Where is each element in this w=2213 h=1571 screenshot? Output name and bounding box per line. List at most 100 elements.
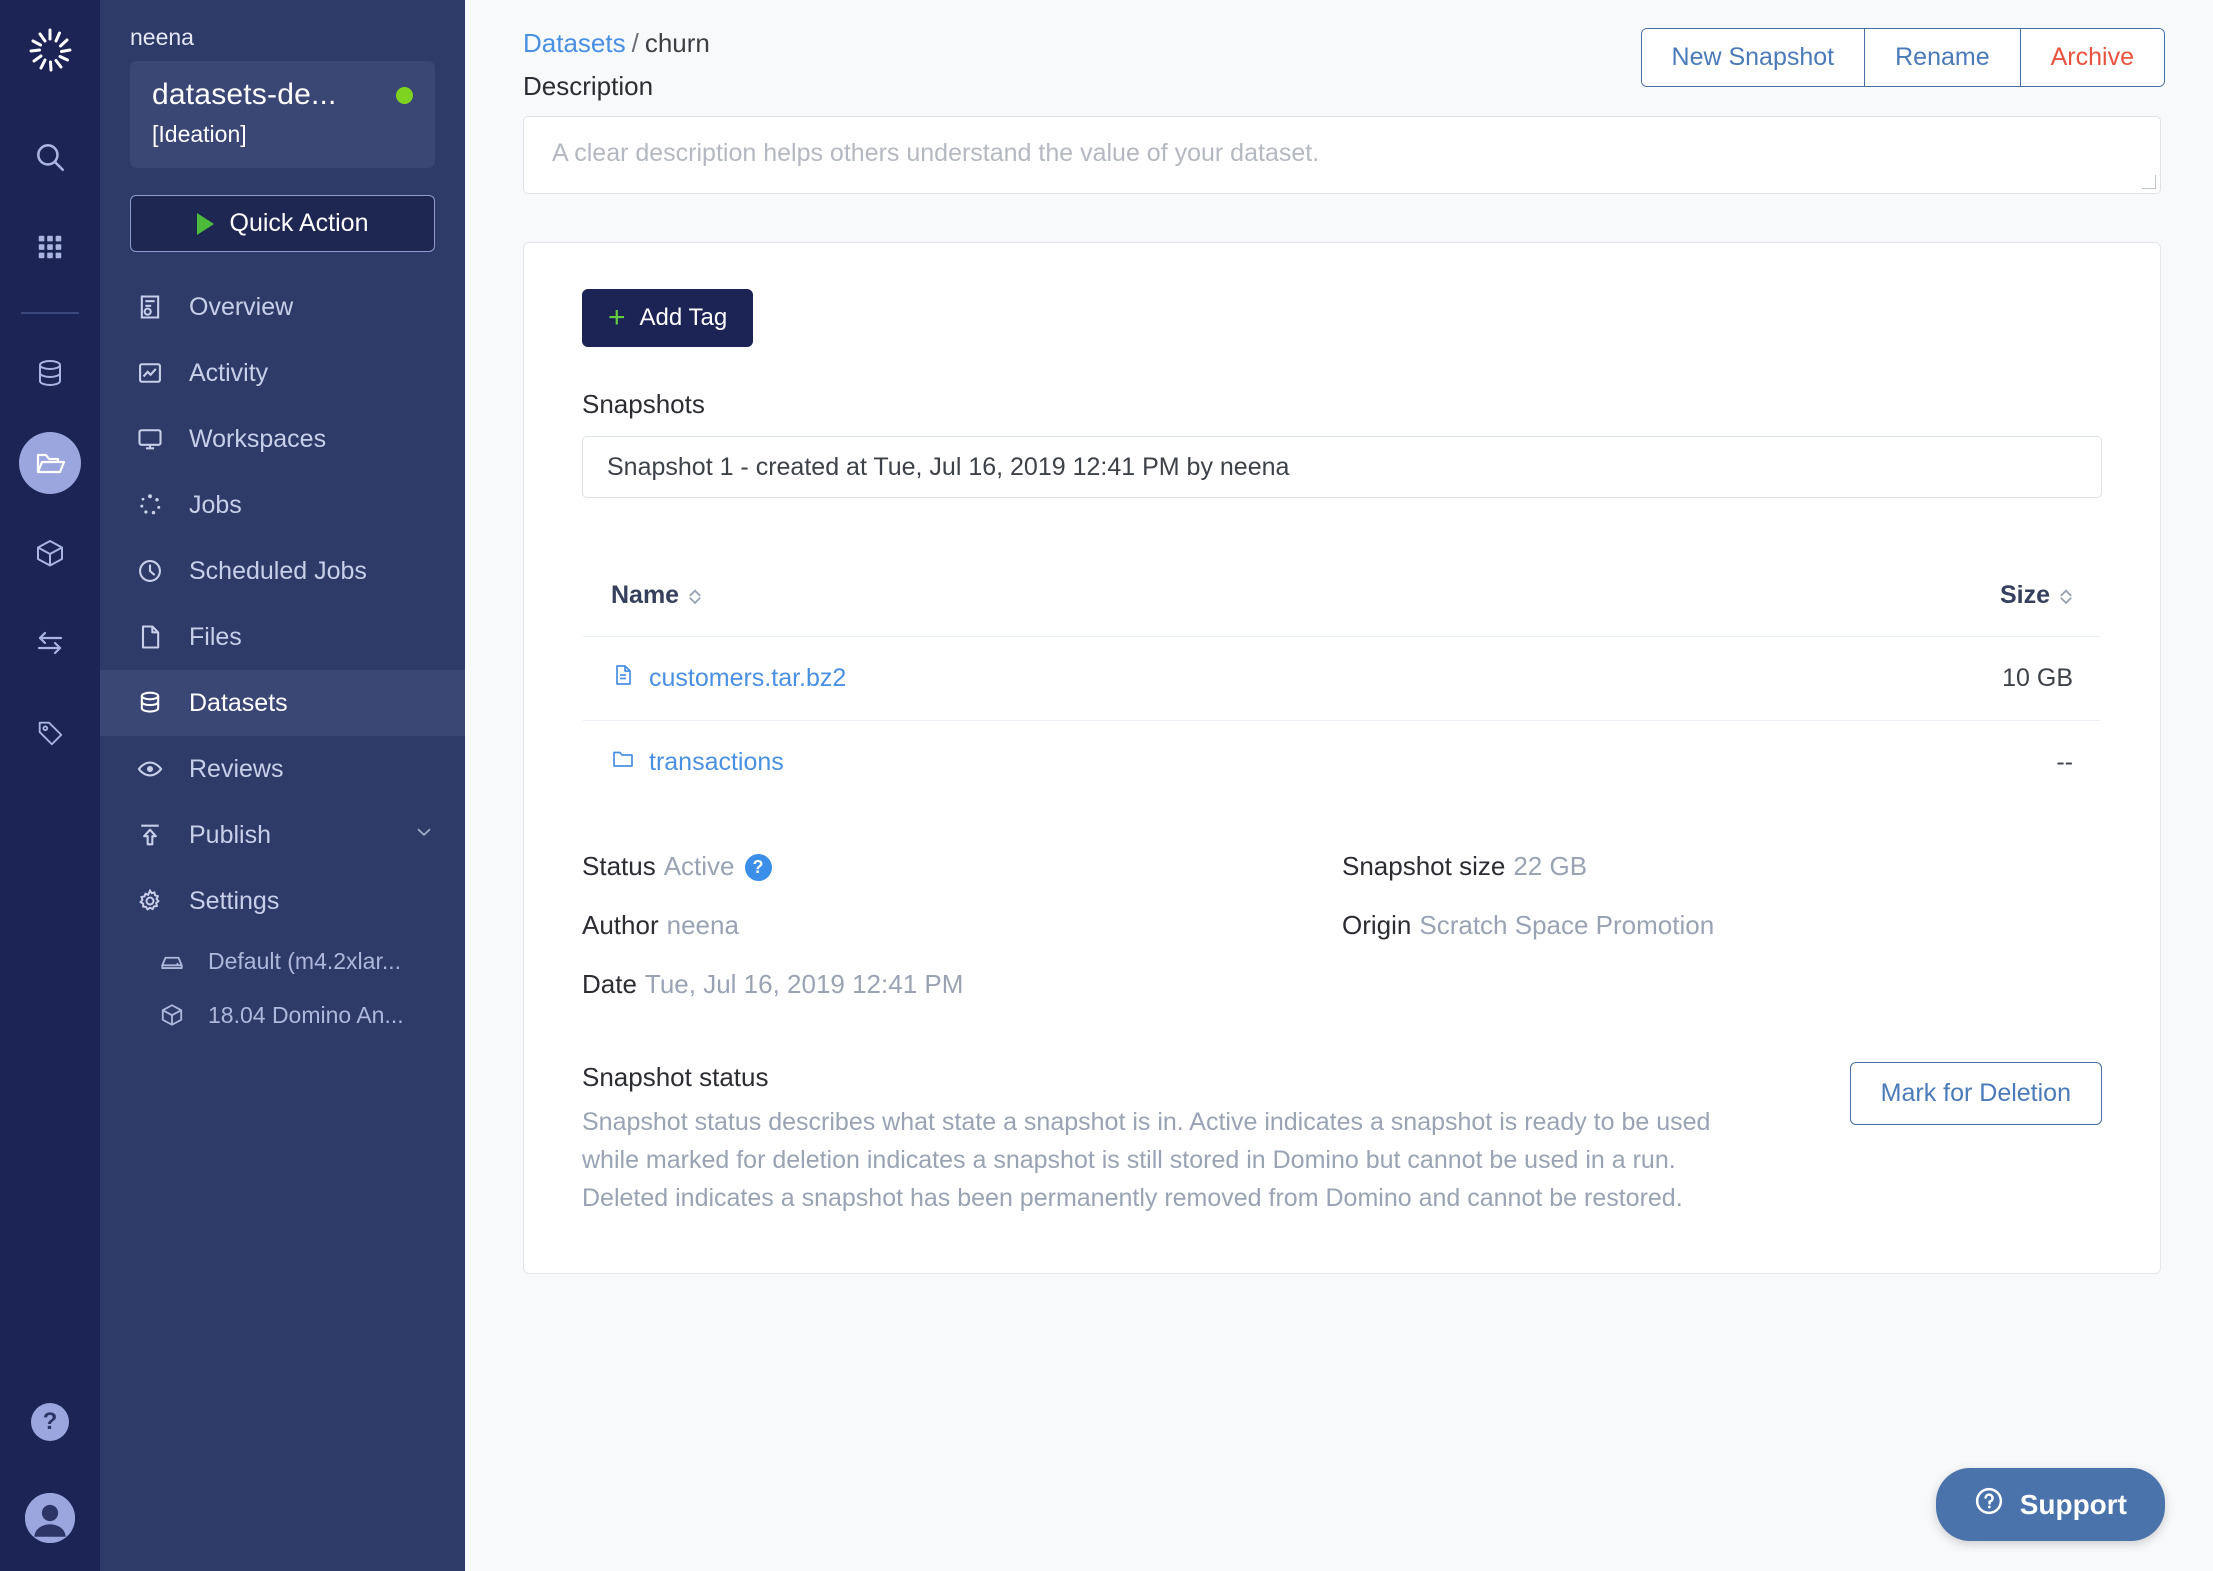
status-value: Active <box>663 851 735 881</box>
header-left: Datasets / churn Description <box>523 28 710 102</box>
project-card[interactable]: datasets-de... [Ideation] <box>130 61 435 168</box>
rail-bottom-group: ? <box>0 1403 100 1543</box>
file-table-head: Name Size <box>583 555 2101 637</box>
snapshot-status-description: Snapshot status describes what state a s… <box>582 1108 1711 1212</box>
monitor-icon <box>135 424 165 454</box>
column-header-size[interactable]: Size <box>1634 555 2101 637</box>
sidebar-item-reviews[interactable]: Reviews <box>100 736 465 802</box>
snapshot-status-text: Snapshot status Snapshot status describe… <box>582 1062 1722 1217</box>
sidebar-item-workspaces[interactable]: Workspaces <box>100 406 465 472</box>
breadcrumb-current: churn <box>644 28 710 58</box>
status-label: Status <box>582 851 656 881</box>
support-button[interactable]: Support <box>1935 1468 2165 1541</box>
sort-icon[interactable] <box>688 588 702 605</box>
add-tag-label: Add Tag <box>639 304 728 331</box>
origin-label: Origin <box>1342 910 1412 940</box>
file-link[interactable]: customers.tar.bz2 <box>611 663 846 694</box>
new-snapshot-button[interactable]: New Snapshot <box>1641 29 1866 86</box>
file-name-cell: customers.tar.bz2 <box>583 636 1635 721</box>
sidebar-item-label: Activity <box>189 358 269 387</box>
eye-icon <box>135 754 165 784</box>
file-table: Name Size customers.tar.bz2 10 GB transa… <box>582 554 2102 805</box>
chevron-down-icon[interactable] <box>413 821 435 850</box>
plus-icon: + <box>608 301 626 334</box>
sidebar-item-datasets[interactable]: Datasets <box>100 670 465 736</box>
snapshot-panel: + Add Tag Snapshots Snapshot 1 - created… <box>523 242 2161 1274</box>
quick-action-label: Quick Action <box>229 209 369 237</box>
snapshot-select[interactable]: Snapshot 1 - created at Tue, Jul 16, 201… <box>582 436 2102 498</box>
gear-icon <box>135 886 165 916</box>
snapshot-status-title: Snapshot status <box>582 1062 769 1092</box>
folder-name: transactions <box>649 748 784 776</box>
quick-action-button[interactable]: Quick Action <box>130 195 435 252</box>
grid-apps-icon[interactable] <box>19 216 81 278</box>
table-row[interactable]: transactions -- <box>583 721 2101 805</box>
sidebar-item-jobs[interactable]: Jobs <box>100 472 465 538</box>
author-row: Author neena <box>582 910 1342 941</box>
breadcrumb-separator: / <box>631 28 639 58</box>
search-icon[interactable] <box>19 126 81 188</box>
header-action-group: New Snapshot Rename Archive <box>1640 28 2165 87</box>
sidebar-item-label: Files <box>189 622 242 651</box>
database-icon[interactable] <box>19 342 81 404</box>
rename-button[interactable]: Rename <box>1865 29 2021 86</box>
help-icon[interactable]: ? <box>31 1403 69 1441</box>
file-name: customers.tar.bz2 <box>649 664 847 692</box>
snapshot-size-label: Snapshot size <box>1342 851 1506 881</box>
sidebar-item-label: Workspaces <box>189 424 327 453</box>
folder-open-icon[interactable] <box>19 432 81 494</box>
folder-link[interactable]: transactions <box>611 747 784 778</box>
project-stage: [Ideation] <box>152 121 247 147</box>
snapshot-size-row: Snapshot size 22 GB <box>1342 851 2102 882</box>
sidebar-subitem-environment[interactable]: 18.04 Domino An... <box>100 988 465 1042</box>
sidebar-item-label: Reviews <box>189 754 284 783</box>
resize-handle[interactable] <box>2142 175 2156 189</box>
breadcrumb-datasets-link[interactable]: Datasets <box>523 28 626 58</box>
domino-logo-icon[interactable] <box>21 22 79 80</box>
folder-icon <box>611 747 635 778</box>
question-circle-icon <box>1974 1486 2004 1523</box>
sidebar-subitem-hardware-tier[interactable]: Default (m4.2xlar... <box>100 934 465 988</box>
cube-icon[interactable] <box>19 522 81 584</box>
sidebar-username: neena <box>130 24 194 50</box>
file-size: 10 GB <box>1634 636 2101 721</box>
table-row[interactable]: customers.tar.bz2 10 GB <box>583 636 2101 721</box>
sidebar-item-files[interactable]: Files <box>100 604 465 670</box>
project-card-row: datasets-de... <box>152 78 413 112</box>
author-label: Author <box>582 910 659 940</box>
column-header-name[interactable]: Name <box>583 555 1635 637</box>
folder-size: -- <box>2056 748 2073 776</box>
sidebar-subitem-label: 18.04 Domino An... <box>208 1001 404 1028</box>
sidebar-item-scheduled-jobs[interactable]: Scheduled Jobs <box>100 538 465 604</box>
sort-icon[interactable] <box>2059 588 2073 605</box>
file-table-body: customers.tar.bz2 10 GB transactions -- <box>583 636 2101 805</box>
date-value: Tue, Jul 16, 2019 12:41 PM <box>644 969 964 999</box>
origin-row: Origin Scratch Space Promotion <box>1342 910 2102 941</box>
sidebar-nav: Overview Activity Workspaces Jobs Schedu… <box>100 274 465 1042</box>
sidebar-item-label: Datasets <box>189 688 288 717</box>
status-row: Status Active? <box>582 851 1342 882</box>
description-placeholder: A clear description helps others underst… <box>552 139 1320 167</box>
mark-for-deletion-button[interactable]: Mark for Deletion <box>1849 1062 2102 1125</box>
sidebar-item-label: Jobs <box>189 490 242 519</box>
sidebar-item-publish[interactable]: Publish <box>100 802 465 868</box>
sidebar-item-activity[interactable]: Activity <box>100 340 465 406</box>
sidebar-item-label: Settings <box>189 886 280 915</box>
archive-button[interactable]: Archive <box>2020 29 2164 86</box>
project-status-dot <box>396 86 413 104</box>
clock-icon <box>135 556 165 586</box>
user-avatar-icon[interactable] <box>25 1493 75 1543</box>
description-label: Description <box>523 71 654 101</box>
tag-icon[interactable] <box>19 702 81 764</box>
metadata-right-column: Snapshot size 22 GB Origin Scratch Space P… <box>1342 851 2102 1028</box>
sidebar-item-overview[interactable]: Overview <box>100 274 465 340</box>
transfer-arrows-icon[interactable] <box>19 612 81 674</box>
snapshot-size-value: 22 GB <box>1513 851 1588 881</box>
sidebar-item-settings[interactable]: Settings <box>100 868 465 934</box>
add-tag-button[interactable]: + Add Tag <box>582 289 754 347</box>
project-sidebar: neena datasets-de... [Ideation] Quick Ac… <box>100 0 465 1571</box>
description-input[interactable]: A clear description helps others underst… <box>523 116 2161 194</box>
status-help-icon[interactable]: ? <box>744 854 772 881</box>
project-name: datasets-de... <box>152 78 337 111</box>
file-icon <box>135 622 165 652</box>
